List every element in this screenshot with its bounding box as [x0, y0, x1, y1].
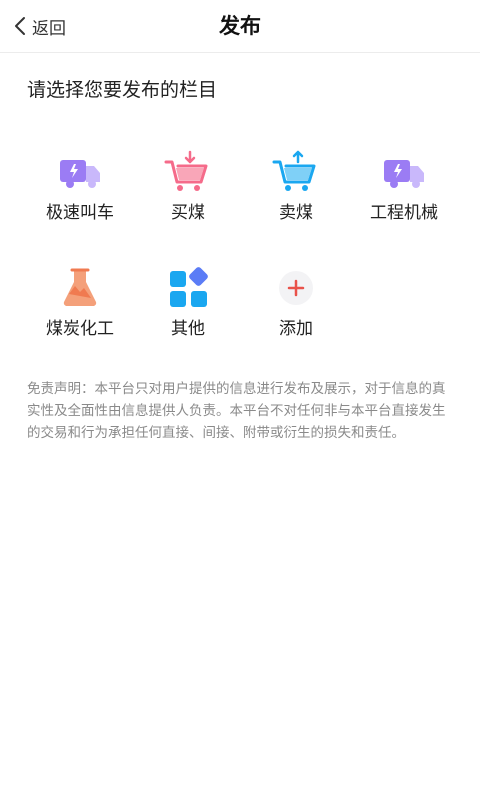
- category-label: 添加: [279, 319, 313, 339]
- category-engineering-machinery[interactable]: 工程机械: [349, 140, 459, 240]
- category-label: 买煤: [171, 203, 205, 223]
- flask-icon: [63, 268, 97, 307]
- category-label: 煤炭化工: [46, 319, 114, 339]
- category-label: 卖煤: [279, 203, 313, 223]
- page-title: 发布: [219, 14, 261, 38]
- plus-icon: [279, 271, 313, 305]
- top-bar: 返回 发布: [0, 0, 480, 53]
- category-coal-chemical[interactable]: 煤炭化工: [25, 256, 135, 356]
- apps-icon: [170, 267, 208, 307]
- disclaimer-text: 免责声明：本平台只对用户提供的信息进行发布及展示，对于信息的真实性及全面性由信息…: [27, 381, 446, 441]
- category-add[interactable]: 添加: [241, 256, 351, 356]
- truck-icon: [60, 160, 100, 188]
- category-other[interactable]: 其他: [133, 256, 243, 356]
- cart-down-icon: [164, 150, 208, 191]
- category-label: 工程机械: [370, 203, 438, 223]
- cart-up-icon: [272, 150, 316, 191]
- category-label: 其他: [171, 319, 205, 339]
- category-label: 极速叫车: [46, 203, 114, 223]
- category-buy-coal[interactable]: 买煤: [133, 140, 243, 240]
- truck-icon: [384, 160, 424, 188]
- category-express-car[interactable]: 极速叫车: [25, 140, 135, 240]
- section-prompt: 请选择您要发布的栏目: [27, 79, 218, 101]
- category-sell-coal[interactable]: 卖煤: [241, 140, 351, 240]
